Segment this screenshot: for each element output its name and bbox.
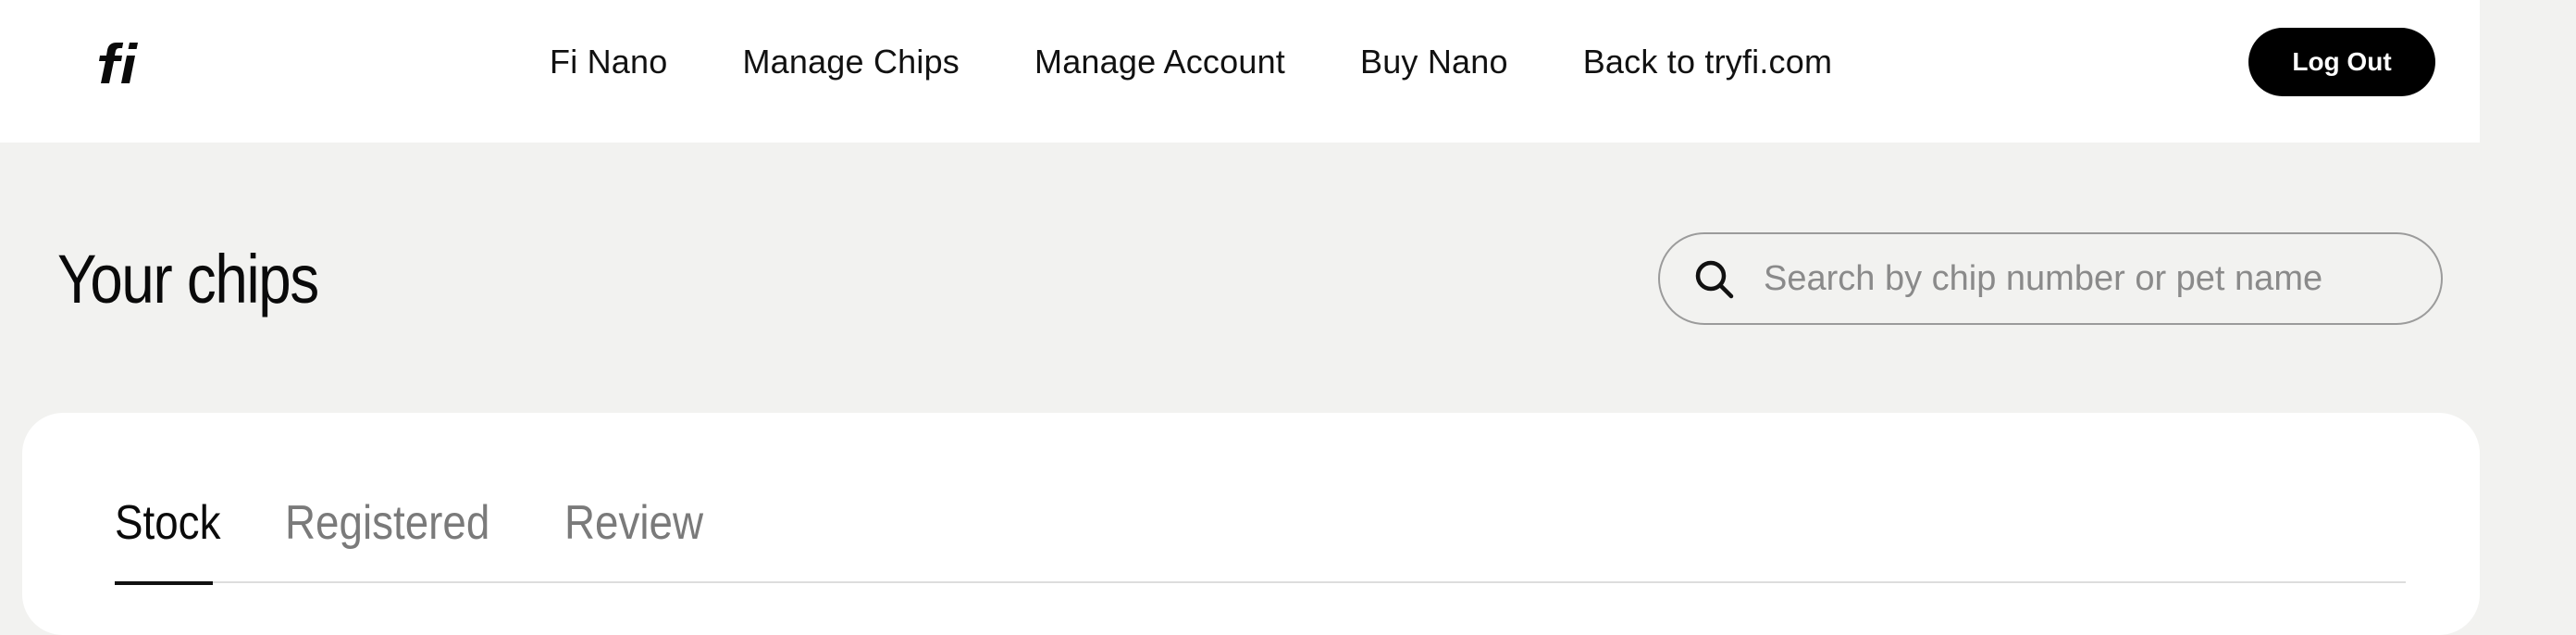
- nav-buy-nano[interactable]: Buy Nano: [1360, 43, 1508, 81]
- nav-manage-account[interactable]: Manage Account: [1034, 43, 1285, 81]
- search-box[interactable]: [1658, 232, 2443, 325]
- tab-stock[interactable]: Stock: [115, 491, 220, 583]
- header-edge-fill: [2480, 0, 2576, 143]
- chips-card: Stock Registered Review: [22, 413, 2480, 635]
- log-out-button[interactable]: Log Out: [2248, 28, 2435, 96]
- search-icon: [1695, 260, 1734, 299]
- nav-back-to-tryfi[interactable]: Back to tryfi.com: [1583, 43, 1832, 81]
- main-nav: Fi Nano Manage Chips Manage Account Buy …: [550, 39, 1832, 85]
- tab-review-label: Review: [564, 496, 704, 550]
- tab-review[interactable]: Review: [564, 491, 703, 583]
- top-navigation-bar: Fi Nano Manage Chips Manage Account Buy …: [0, 0, 2480, 143]
- nav-fi-nano[interactable]: Fi Nano: [550, 43, 667, 81]
- chip-tabs: Stock Registered Review: [115, 491, 2406, 585]
- search-input[interactable]: [1764, 251, 2411, 306]
- nav-manage-chips[interactable]: Manage Chips: [742, 43, 960, 81]
- tab-stock-label: Stock: [115, 496, 221, 550]
- tab-registered-label: Registered: [285, 496, 490, 550]
- active-tab-indicator: [115, 581, 213, 585]
- fi-logo-icon[interactable]: [96, 35, 150, 89]
- page-title: Your chips: [57, 241, 319, 318]
- tab-registered[interactable]: Registered: [285, 491, 489, 583]
